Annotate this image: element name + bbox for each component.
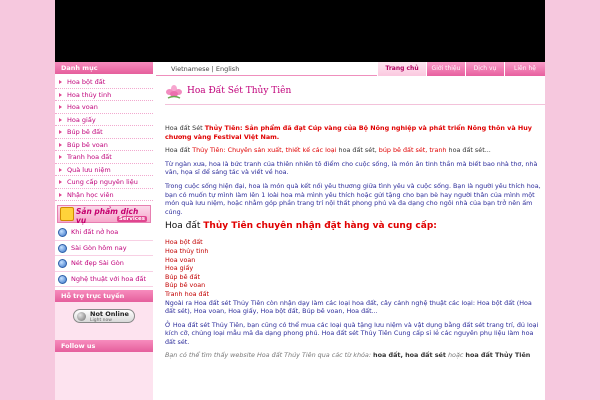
specialty-text-c: hoa đất sét, <box>336 146 379 155</box>
services-banner-sub: Services <box>116 216 147 222</box>
intro-text: Hoa đất Sét <box>165 124 205 132</box>
follow-title: Follow us <box>55 340 153 352</box>
support-title: Hỗ trợ trực tuyến <box>55 290 153 302</box>
award-text: Thủy Tiên: Sản phẩm đã đạt Cúp vàng của … <box>165 124 532 141</box>
service-item-label: Nét đẹp Sài Gòn <box>71 259 124 267</box>
keywords-or: hoặc <box>445 351 466 360</box>
support-box: Not Online Light now <box>55 302 153 340</box>
logo-divider <box>165 104 545 105</box>
specialty-text-e: hoa đất sét... <box>446 146 491 155</box>
intro-paragraph: Hoa đất Sét Thủy Tiên: Sản phẩm đã đạt C… <box>165 124 543 141</box>
category-menu: Hoa bột đất Hoa thủy tinh Hoa voan Hoa g… <box>55 74 153 201</box>
lang-vietnamese-link[interactable]: Vietnamese <box>171 65 209 73</box>
product-item: Búp bê voan <box>165 281 206 290</box>
globe-icon <box>58 274 67 284</box>
main-content: Vietnamese | English Trang chủ Giới thiệ… <box>156 62 545 400</box>
services-heading-a: Hoa đất <box>165 221 204 232</box>
specialty-text-d: búp bê đất sét, tranh <box>378 146 447 155</box>
specialty-text-a: Hoa đất <box>165 146 193 155</box>
service-item-sai-gon-hom-nay[interactable]: Sài Gòn hôm nay <box>55 241 153 256</box>
sidebar-item-hoa-voan[interactable]: Hoa voan <box>55 101 153 114</box>
sidebar-item-hoa-thuy-tinh[interactable]: Hoa thủy tinh <box>55 89 153 101</box>
services-heading-b: Thủy Tiên chuyên nhận đặt hàng và cung c… <box>203 221 437 232</box>
gift-icon <box>60 207 74 221</box>
globe-icon <box>58 259 67 268</box>
nav-home[interactable]: Trang chủ <box>377 62 426 76</box>
product-item: Hoa voan <box>165 255 196 264</box>
product-item: Tranh hoa đất <box>165 289 210 298</box>
product-list: Hoa bột đất Hoa thủy tinh Hoa voan Hoa g… <box>165 238 543 298</box>
sidebar-item-hoa-bot-dat[interactable]: Hoa bột đất <box>55 76 153 89</box>
services-banner: Sản phẩm dịch vụ Services <box>57 205 151 225</box>
online-status-button[interactable]: Not Online Light now <box>73 309 135 323</box>
teaching-paragraph: Ngoài ra Hoa đất sét Thủy Tiên còn nhận … <box>165 298 532 316</box>
nav-contact[interactable]: Liên hệ <box>504 62 545 76</box>
page-container: Danh mục Hoa bột đất Hoa thủy tinh Hoa v… <box>55 0 545 400</box>
service-item-label: Nghệ thuật với hoa đất <box>71 274 147 283</box>
keywords-paragraph: Bạn có thể tìm thấy website Hoa đất Thủy… <box>165 351 543 360</box>
sidebar-item-hoa-giay[interactable]: Hoa giấy <box>55 114 153 126</box>
categories-title: Danh mục <box>55 62 153 74</box>
product-item: Búp bê đất <box>165 272 201 281</box>
site-logo[interactable]: Hoa Đất Sét Thủy Tiên <box>165 82 291 104</box>
sidebar-item-tranh-hoa-dat[interactable]: Tranh hoa đất <box>55 151 153 164</box>
follow-box <box>55 352 153 400</box>
online-status-sub: Light now <box>90 318 112 323</box>
keywords-intro: Bạn có thể tìm thấy website Hoa đất Thủy… <box>165 351 374 360</box>
main-nav: Trang chủ Giới thiệu Dịch vụ Liên hệ <box>377 62 545 76</box>
article-body: Hoa đất Sét Thủy Tiên: Sản phẩm đã đạt C… <box>165 124 543 365</box>
nav-about[interactable]: Giới thiệu <box>426 62 465 76</box>
globe-icon <box>58 243 67 253</box>
keywords-a: hoa đất, hoa đất sét <box>373 351 446 360</box>
header-banner <box>55 0 545 62</box>
service-item-nghe-thuat-voi-hoa-dat[interactable]: Nghệ thuật với hoa đất <box>55 272 153 287</box>
top-bar: Vietnamese | English Trang chủ Giới thiệ… <box>156 62 545 76</box>
language-switcher: Vietnamese | English <box>171 65 239 73</box>
history-paragraph: Từ ngàn xưa, hoa là bức tranh của thiên … <box>165 159 538 177</box>
sidebar-item-qua-luu-niem[interactable]: Quà lưu niệm <box>55 164 153 176</box>
status-dot-icon <box>77 312 86 321</box>
product-item: Hoa thủy tinh <box>165 246 209 255</box>
globe-icon <box>58 228 67 237</box>
sidebar-item-bup-be-dat[interactable]: Búp bê đất <box>55 126 153 139</box>
logo-text: Hoa Đất Sét Thủy Tiên <box>187 86 292 96</box>
sidebar-item-bup-be-voan[interactable]: Búp bê voan <box>55 139 153 151</box>
service-item-khi-dat-no-hoa[interactable]: Khi đất nở hoa <box>55 225 153 241</box>
specialty-text-b: Thủy Tiên: Chuyên sản xuất, thiết kế các… <box>192 146 337 155</box>
service-item-label: Khi đất nở hoa <box>71 228 119 236</box>
online-status-label: Not Online <box>90 310 129 318</box>
specialty-paragraph: Hoa đất Thủy Tiên: Chuyên sản xuất, thiế… <box>165 146 543 155</box>
service-item-net-dep-sai-gon[interactable]: Nét đẹp Sài Gòn <box>55 256 153 272</box>
flower-icon <box>166 85 182 99</box>
nav-services[interactable]: Dịch vụ <box>465 62 504 76</box>
gifts-paragraph: Ở Hoa đất sét Thủy Tiên, bạn cũng có thể… <box>165 320 539 346</box>
keywords-b: hoa đất Thủy Tiên <box>465 351 531 360</box>
lang-english-link[interactable]: English <box>216 65 239 73</box>
service-item-label: Sài Gòn hôm nay <box>71 243 127 252</box>
sidebar-item-nhan-hoc-vien[interactable]: Nhận học viên <box>55 189 153 201</box>
left-sidebar: Danh mục Hoa bột đất Hoa thủy tinh Hoa v… <box>55 62 153 400</box>
lang-separator: | <box>211 65 214 73</box>
sidebar-item-cung-cap-nguyen-lieu[interactable]: Cung cấp nguyên liệu <box>55 176 153 189</box>
services-heading: Hoa đất Thủy Tiên chuyên nhận đặt hàng v… <box>165 221 543 232</box>
modern-life-paragraph: Trong cuộc sống hiện đại, hoa là món quà… <box>165 181 541 216</box>
product-item: Hoa bột đất <box>165 238 203 247</box>
product-item: Hoa giấy <box>165 264 194 273</box>
